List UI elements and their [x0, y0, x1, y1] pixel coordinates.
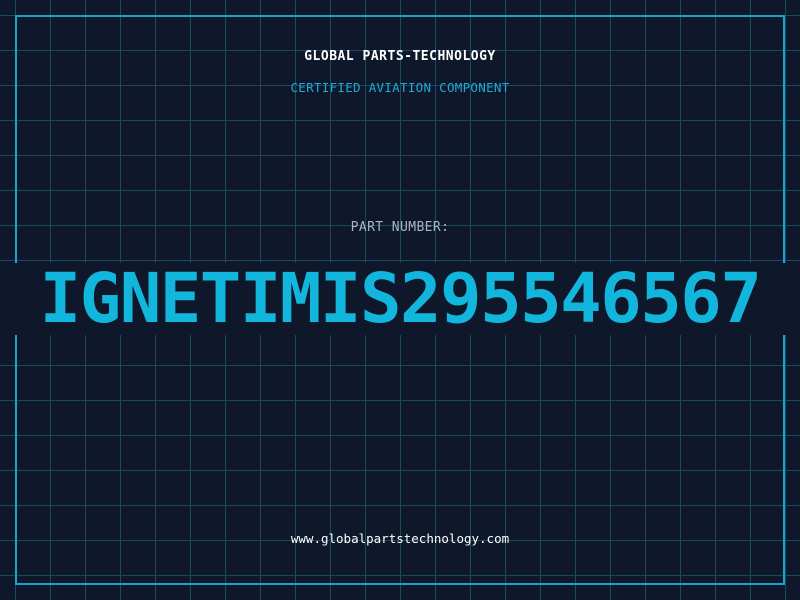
- part-number-band: IGNETIMIS295546567: [0, 263, 800, 335]
- company-name: GLOBAL PARTS-TECHNOLOGY: [304, 49, 496, 64]
- certification-subtitle: CERTIFIED AVIATION COMPONENT: [290, 80, 510, 95]
- part-number-value: IGNETIMIS295546567: [39, 263, 762, 335]
- website-url: www.globalpartstechnology.com: [290, 531, 510, 546]
- part-number-label: PART NUMBER:: [350, 220, 450, 235]
